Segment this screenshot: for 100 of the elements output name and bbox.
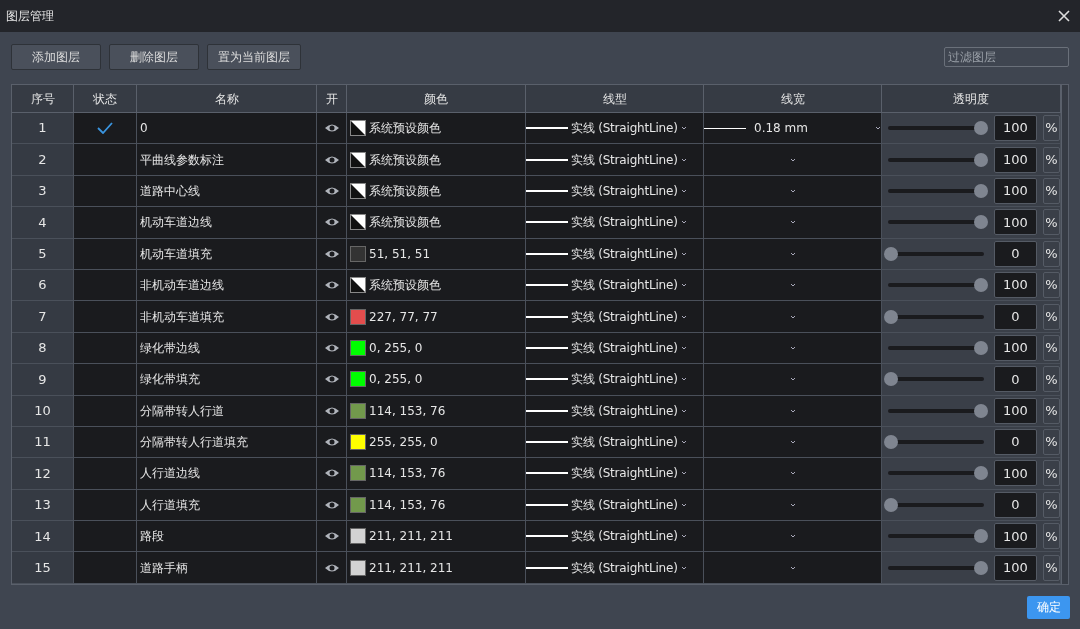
opacity-input[interactable]: 100 [994, 272, 1037, 299]
linetype-dropdown[interactable]: 实线 (StraightLine) [526, 521, 704, 553]
line-sample [526, 566, 568, 569]
eye-icon[interactable] [323, 154, 340, 165]
linewidth-dropdown[interactable]: 0.18 mm [704, 113, 882, 145]
caret-icon [680, 534, 687, 539]
toolbar-button[interactable]: 删除图层 [109, 44, 199, 70]
linetype-dropdown[interactable]: 实线 (StraightLine) [526, 269, 704, 302]
percent-label: % [1042, 177, 1060, 204]
line-sample [526, 472, 568, 475]
caret-icon [789, 188, 796, 193]
eye-icon[interactable] [323, 562, 340, 573]
row-number: 8 [12, 332, 74, 365]
color-value: 211, 211, 211 [369, 559, 453, 577]
slider-thumb[interactable] [974, 152, 988, 167]
caret-icon [789, 283, 796, 288]
eye-icon[interactable] [323, 123, 340, 134]
percent-label: % [1042, 272, 1060, 299]
linetype-dropdown[interactable]: 实线 (StraightLine) [526, 395, 704, 427]
slider-thumb[interactable] [974, 278, 988, 293]
linetype-dropdown[interactable]: 实线 (StraightLine) [526, 207, 704, 239]
slider-thumb[interactable] [974, 529, 988, 544]
row-number: 1 [12, 113, 74, 145]
linetype-dropdown[interactable]: 实线 (StraightLine) [526, 489, 704, 522]
eye-icon[interactable] [323, 437, 340, 448]
toolbar-button[interactable]: 置为当前图层 [207, 44, 301, 70]
slider-thumb[interactable] [974, 403, 988, 418]
caret-icon [789, 220, 796, 225]
opacity-input[interactable]: 100 [994, 460, 1037, 487]
slider-thumb[interactable] [884, 372, 898, 387]
opacity-input[interactable]: 100 [994, 177, 1037, 204]
toolbar-button[interactable]: 添加图层 [11, 44, 101, 70]
eye-icon[interactable] [323, 185, 340, 196]
opacity-input[interactable]: 100 [994, 115, 1037, 142]
line-sample [526, 441, 568, 444]
linetype-dropdown[interactable]: 实线 (StraightLine) [526, 426, 704, 459]
linetype-dropdown[interactable]: 实线 (StraightLine) [526, 238, 704, 270]
line-sample [526, 158, 568, 161]
linetype-dropdown[interactable]: 实线 (StraightLine) [526, 364, 704, 396]
slider-thumb[interactable] [974, 560, 988, 575]
eye-icon[interactable] [323, 405, 340, 416]
linetype-dropdown[interactable]: 实线 (StraightLine) [526, 332, 704, 365]
percent-label: % [1042, 460, 1060, 487]
color-value: 51, 51, 51 [369, 245, 431, 263]
eye-icon[interactable] [323, 468, 340, 479]
linetype-dropdown[interactable]: 实线 (StraightLine) [526, 113, 704, 145]
opacity-input[interactable]: 100 [994, 334, 1037, 361]
opacity-input[interactable]: 100 [994, 146, 1037, 173]
line-sample [526, 315, 568, 318]
percent-label: % [1042, 303, 1060, 330]
caret-icon [680, 408, 687, 413]
eye-icon[interactable] [323, 311, 340, 322]
caret-icon [789, 565, 796, 570]
opacity-input[interactable]: 0 [994, 366, 1037, 393]
slider-thumb[interactable] [884, 246, 898, 261]
slider-thumb[interactable] [884, 497, 898, 512]
caret-icon [789, 408, 796, 413]
color-value: 114, 153, 76 [369, 496, 446, 514]
opacity-input[interactable]: 100 [994, 523, 1037, 550]
linetype-dropdown[interactable]: 实线 (StraightLine) [526, 301, 704, 333]
linetype-dropdown[interactable]: 实线 (StraightLine) [526, 552, 704, 584]
color-value: 系统预设颜色 [369, 277, 441, 295]
eye-icon[interactable] [323, 217, 340, 228]
opacity-input[interactable]: 0 [994, 429, 1037, 456]
percent-label: % [1042, 491, 1060, 518]
eye-icon[interactable] [323, 374, 340, 385]
eye-icon[interactable] [323, 280, 340, 291]
eye-icon[interactable] [323, 342, 340, 353]
opacity-input[interactable]: 100 [994, 397, 1037, 424]
slider-thumb[interactable] [974, 340, 988, 355]
slider-thumb[interactable] [974, 215, 988, 230]
line-sample [526, 535, 568, 538]
line-sample [526, 127, 568, 130]
caret-icon [789, 502, 796, 507]
slider-thumb[interactable] [884, 435, 898, 450]
linetype-dropdown[interactable]: 实线 (StraightLine) [526, 175, 704, 208]
row-number: 13 [12, 489, 74, 522]
percent-label: % [1042, 334, 1060, 361]
slider-thumb[interactable] [884, 309, 898, 324]
line-sample [704, 127, 746, 129]
slider-thumb[interactable] [974, 121, 988, 136]
linetype-dropdown[interactable]: 实线 (StraightLine) [526, 144, 704, 176]
scrollbar[interactable] [1061, 85, 1068, 584]
eye-icon[interactable] [323, 531, 340, 542]
opacity-input[interactable]: 0 [994, 303, 1037, 330]
slider-thumb[interactable] [974, 466, 988, 481]
eye-icon[interactable] [323, 499, 340, 510]
filter-field[interactable]: 过滤图层 [944, 47, 1069, 67]
eye-icon[interactable] [323, 248, 340, 259]
row-number: 11 [12, 426, 74, 459]
opacity-input[interactable]: 100 [994, 554, 1037, 581]
opacity-input[interactable]: 0 [994, 240, 1037, 267]
line-sample [526, 378, 568, 381]
linetype-dropdown[interactable]: 实线 (StraightLine) [526, 458, 704, 490]
opacity-input[interactable]: 100 [994, 209, 1037, 236]
caret-icon [789, 314, 796, 319]
slider-thumb[interactable] [974, 183, 988, 198]
line-sample [526, 284, 568, 287]
color-value: 227, 77, 77 [369, 308, 438, 326]
opacity-input[interactable]: 0 [994, 491, 1037, 518]
